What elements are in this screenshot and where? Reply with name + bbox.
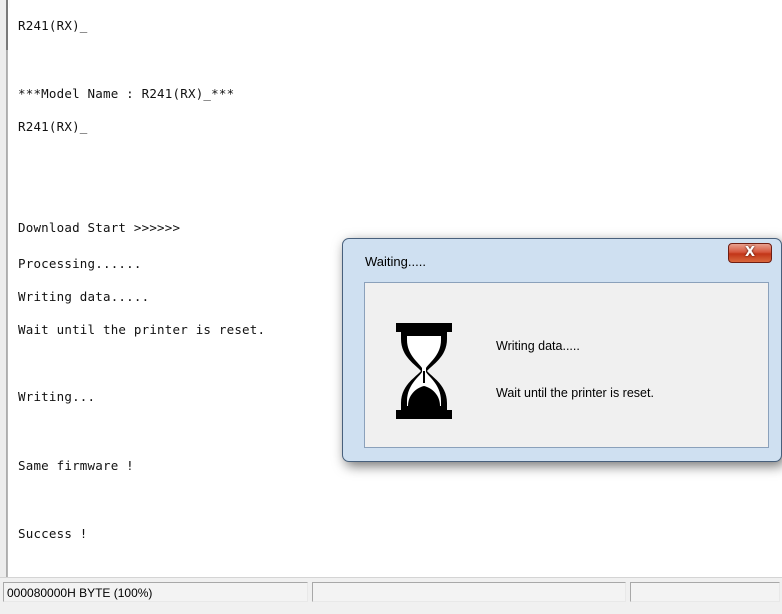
dialog-title: Waiting..... bbox=[365, 254, 426, 269]
log-line: Download Start >>>>>> bbox=[18, 220, 181, 235]
dialog-message-writing: Writing data..... bbox=[496, 339, 580, 353]
log-line: R241(RX)_ bbox=[18, 18, 88, 33]
log-line: Writing data..... bbox=[18, 289, 150, 304]
log-line: Wait until the printer is reset. bbox=[18, 322, 266, 337]
dialog-body: Writing data..... Wait until the printer… bbox=[364, 282, 769, 448]
dialog-message-wait: Wait until the printer is reset. bbox=[496, 386, 654, 400]
log-line: Writing... bbox=[18, 389, 96, 404]
left-scrollbar[interactable] bbox=[0, 0, 9, 588]
log-line: Processing...... bbox=[18, 256, 142, 271]
log-line: Same firmware ! bbox=[18, 458, 134, 473]
status-pane-3 bbox=[630, 582, 780, 602]
log-line: Success ! bbox=[18, 526, 88, 541]
waiting-dialog[interactable]: Waiting..... X Writing data..... Wait un… bbox=[342, 238, 782, 462]
log-line: R241(RX)_ bbox=[18, 119, 88, 134]
log-line: ***Model Name : R241(RX)_*** bbox=[18, 86, 235, 101]
scrollbar-thumb[interactable] bbox=[6, 0, 8, 50]
status-bar: 000080000H BYTE (100%) bbox=[0, 577, 782, 614]
status-progress: 000080000H BYTE (100%) bbox=[3, 582, 308, 602]
close-button[interactable]: X bbox=[728, 243, 772, 263]
hourglass-icon bbox=[396, 323, 452, 419]
status-pane-2 bbox=[312, 582, 626, 602]
